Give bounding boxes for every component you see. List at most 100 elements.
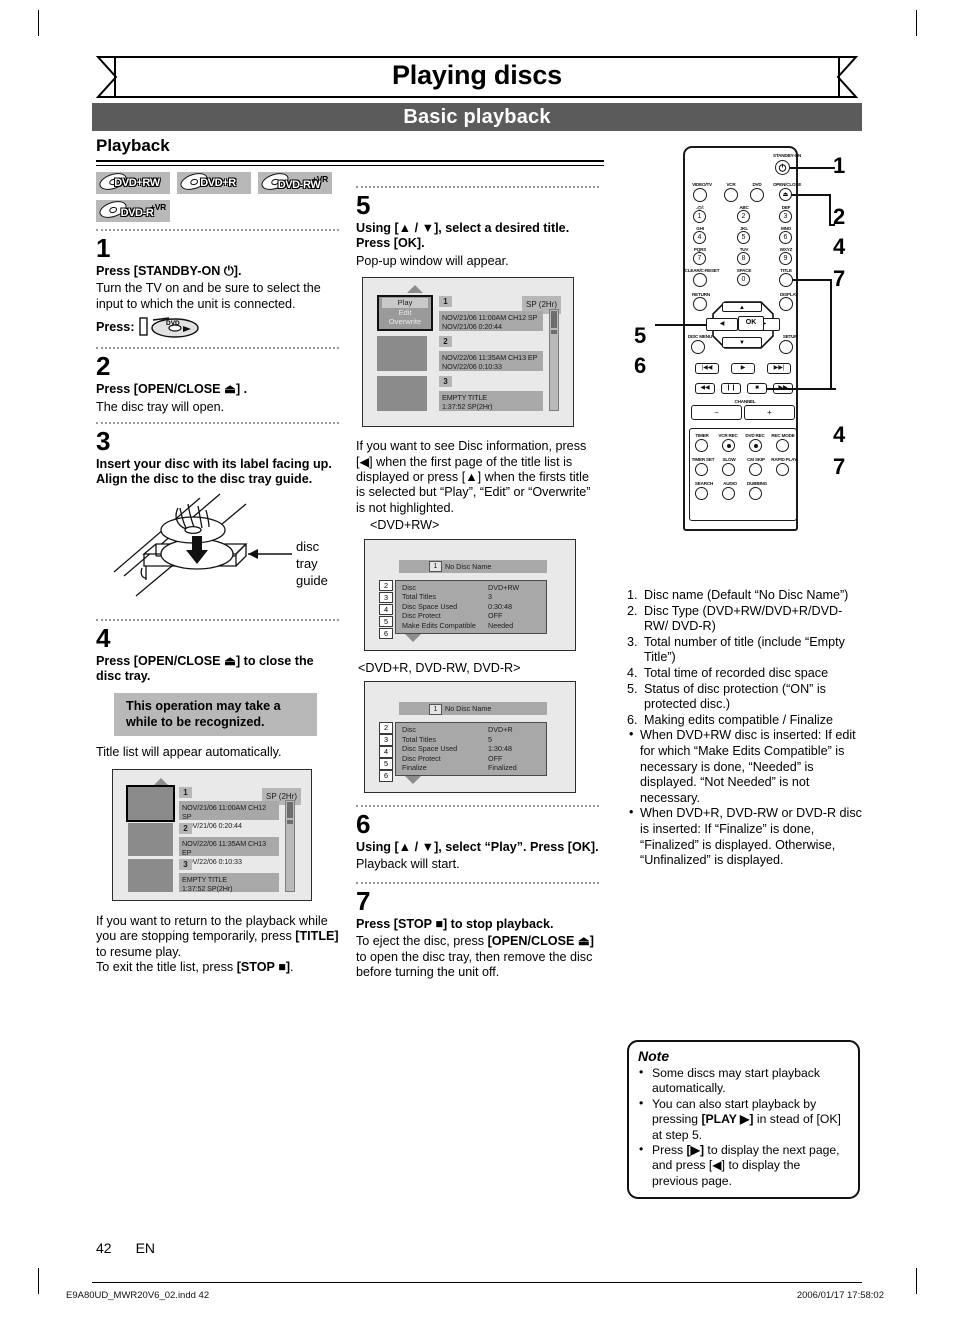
- title-info: EMPTY TITLE 1:37:52 SP(2Hr): [179, 873, 279, 894]
- scrollbar-marker: [551, 330, 557, 335]
- legend-item: 1. Disc name (Default “No Disc Name”): [627, 588, 862, 604]
- disc-name-number: 1: [429, 703, 442, 715]
- popup-item-overwrite[interactable]: Overwrite: [379, 317, 431, 327]
- number-0-button[interactable]: 0: [737, 273, 750, 286]
- number-8-button[interactable]: 8: [737, 252, 750, 265]
- divider: [96, 422, 339, 425]
- dvd-button[interactable]: [750, 188, 764, 202]
- legend-number: 1.: [627, 588, 638, 602]
- cursor-down-button[interactable]: ▼: [722, 337, 762, 348]
- page-number: 42: [96, 1240, 112, 1256]
- title-info: EMPTY TITLE 1:37:52 SP(2Hr): [439, 391, 543, 411]
- row-label: Finalize: [402, 763, 427, 773]
- title-thumbnail[interactable]: [377, 336, 427, 372]
- callout-number-4a: 4: [833, 234, 846, 259]
- audio-button[interactable]: [722, 487, 735, 500]
- title-info-line2: NOV/22/06 0:10:33: [442, 362, 502, 372]
- slow-button[interactable]: [722, 463, 735, 476]
- rapid-play-button[interactable]: [776, 463, 789, 476]
- previous-skip-button[interactable]: |◀◀: [695, 363, 719, 374]
- number-6-button[interactable]: 6: [779, 231, 792, 244]
- channel-up-button[interactable]: +: [744, 405, 795, 420]
- title-thumbnail[interactable]: [126, 785, 175, 823]
- ok-button[interactable]: OK: [738, 316, 764, 331]
- bullet-icon: •: [629, 727, 634, 742]
- callout-number-2: 2: [833, 204, 846, 229]
- timer-set-button[interactable]: [695, 463, 708, 476]
- title-info: NOV/21/06 11:00AM CH12 SP NOV/21/06 0:20…: [179, 801, 279, 830]
- remote-label-recmode: REC MODE: [771, 433, 795, 438]
- legend-bullets: • When DVD+RW disc is inserted: If edit f…: [627, 727, 862, 868]
- disc-badge-label: DVD-R: [120, 206, 154, 219]
- disc-info-row: Disc Space Used 0:30:48: [396, 602, 546, 612]
- callout-line-2b: [829, 194, 831, 226]
- rewind-button[interactable]: ◀◀: [695, 383, 715, 394]
- clear-reset-button[interactable]: [693, 273, 707, 287]
- step-number-7: 7: [356, 885, 371, 916]
- popup-item-edit[interactable]: Edit: [379, 308, 431, 318]
- caption-line-3: guide: [296, 572, 328, 588]
- cursor-up-button[interactable]: ▲: [722, 302, 762, 312]
- disc-menu-button[interactable]: [691, 340, 705, 354]
- number-7-button[interactable]: 7: [693, 252, 706, 265]
- resume-play-text: If you want to return to the playback wh…: [96, 914, 339, 976]
- resume-stop-key: [STOP ■]: [236, 960, 291, 975]
- title-info-line2: 1:37:52 SP(2Hr): [182, 884, 233, 894]
- note-box: Note • Some discs may start playback auto…: [627, 1040, 860, 1200]
- number-5-button[interactable]: 5: [737, 231, 750, 244]
- pause-button[interactable]: ❙❙: [721, 383, 741, 394]
- number-9-button[interactable]: 9: [779, 252, 792, 265]
- number-1-button[interactable]: 1: [693, 210, 706, 223]
- title-number: 1: [179, 787, 192, 799]
- title-thumbnail[interactable]: [128, 859, 173, 893]
- disc-info-row-numbers: 2 3 4 5 6: [379, 579, 393, 640]
- next-skip-button[interactable]: ▶▶|: [767, 363, 791, 374]
- number-4-button[interactable]: 4: [693, 231, 706, 244]
- cm-skip-button[interactable]: [749, 463, 762, 476]
- legend-text: Status of disc protection (“ON” is prote…: [644, 681, 826, 712]
- vcr-button[interactable]: [724, 188, 738, 202]
- legend-bullet-text: When DVD+R, DVD-RW or DVD-R disc is inse…: [640, 806, 862, 868]
- scrollbar[interactable]: [549, 309, 559, 412]
- title-thumbnail[interactable]: [128, 823, 173, 857]
- remote-label-display: DISPLAY: [779, 292, 799, 297]
- number-3-button[interactable]: 3: [779, 210, 792, 223]
- channel-down-button[interactable]: −: [691, 405, 742, 420]
- scroll-down-arrow-icon: [405, 776, 421, 785]
- legend-item: 5. Status of disc protection (“ON” is pro…: [627, 682, 862, 713]
- step-number-4: 4: [96, 622, 111, 653]
- play-button[interactable]: ▶: [731, 363, 755, 374]
- popup-menu[interactable]: Play Edit Overwrite: [377, 295, 433, 331]
- step-3-heading: Insert your disc with its label facing u…: [96, 457, 332, 487]
- title-list-screen: SP (2Hr) 1 NOV/21/06 11:00AM CH12 SP NOV…: [112, 769, 312, 902]
- scrollbar-marker: [287, 820, 293, 825]
- disc-info-row: Total Titles 5: [396, 735, 546, 745]
- vcr-rec-button[interactable]: [722, 439, 735, 452]
- row-label: Disc Protect: [402, 611, 441, 621]
- legend-item: 3. Total number of title (include “Empty …: [627, 635, 862, 666]
- scrollbar-thumb[interactable]: [287, 802, 293, 819]
- row-label: Total Titles: [402, 592, 436, 602]
- search-button[interactable]: [695, 487, 708, 500]
- setup-button[interactable]: [779, 340, 793, 354]
- scrollbar-thumb[interactable]: [551, 311, 557, 329]
- rec-mode-button[interactable]: [776, 439, 789, 452]
- number-2-button[interactable]: 2: [737, 210, 750, 223]
- dvd-rec-button[interactable]: [749, 439, 762, 452]
- timer-button[interactable]: [695, 439, 708, 452]
- scrollbar[interactable]: [285, 800, 295, 893]
- title-info-line1: NOV/21/06 11:00AM CH12 SP: [442, 313, 538, 323]
- popup-item-play[interactable]: Play: [382, 298, 428, 308]
- cursor-left-button[interactable]: ◀: [706, 318, 738, 331]
- title-info-line1: NOV/22/06 11:35AM CH13 EP: [442, 353, 538, 363]
- page-title-banner: Playing discs: [92, 56, 862, 98]
- dubbing-button[interactable]: [749, 487, 762, 500]
- stop-button[interactable]: ■: [747, 383, 767, 394]
- row-number: 6: [379, 627, 393, 640]
- disc-info-legend-list: 1. Disc name (Default “No Disc Name”) 2. D…: [627, 588, 862, 728]
- video-tv-button[interactable]: [693, 188, 707, 202]
- legend-number: 3.: [627, 634, 638, 649]
- title-button[interactable]: [779, 273, 793, 287]
- step-number-6: 6: [356, 809, 371, 840]
- title-thumbnail[interactable]: [377, 376, 427, 412]
